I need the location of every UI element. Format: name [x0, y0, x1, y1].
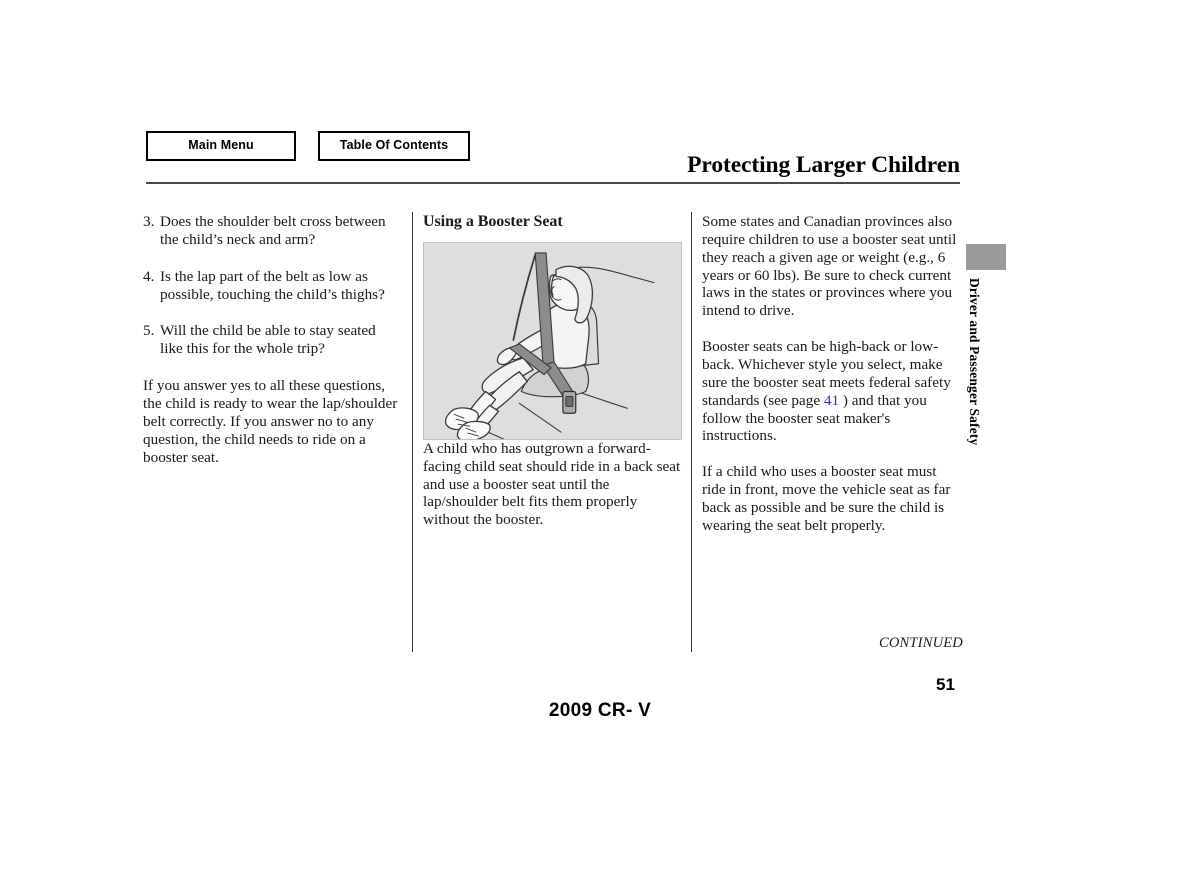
- page-title: Protecting Larger Children: [687, 152, 960, 178]
- continued-label: CONTINUED: [879, 635, 963, 651]
- left-column-paragraph: If you answer yes to all these questions…: [143, 377, 398, 466]
- column-divider-right: [691, 212, 692, 652]
- navigation-bar: Main Menu Table Of Contents: [146, 131, 470, 161]
- list-item: 5. Will the child be able to stay seated…: [143, 322, 401, 358]
- table-of-contents-button[interactable]: Table Of Contents: [318, 131, 470, 161]
- figure-caption: A child who has outgrown a forward-facin…: [423, 439, 681, 529]
- question-list: 3. Does the shoulder belt cross between …: [143, 213, 401, 358]
- list-item-number: 3.: [143, 213, 155, 230]
- right-paragraph-2: Booster seats can be high-back or low-ba…: [702, 338, 960, 445]
- right-paragraph-3: If a child who uses a booster seat must …: [702, 463, 951, 534]
- list-item: 3. Does the shoulder belt cross between …: [143, 213, 401, 249]
- list-item-number: 5.: [143, 322, 155, 340]
- middle-column: Using a Booster Seat A child who has out…: [423, 213, 685, 529]
- list-item-text: Does the shoulder belt cross between the…: [160, 213, 386, 248]
- list-item-text: Will the child be able to stay seated li…: [160, 322, 376, 358]
- column-divider-left: [412, 212, 413, 652]
- main-menu-button[interactable]: Main Menu: [146, 131, 296, 161]
- page-number: 51: [936, 675, 955, 694]
- list-item-text: Is the lap part of the belt as low as po…: [160, 267, 385, 303]
- right-paragraph-1: Some states and Canadian provinces also …: [702, 213, 957, 320]
- booster-seat-figure-svg: [424, 242, 681, 439]
- list-item: 4. Is the lap part of the belt as low as…: [143, 268, 401, 304]
- header-divider-rule: [146, 182, 960, 184]
- section-tab-label: Driver and Passenger Safety: [967, 278, 982, 446]
- page-reference-link[interactable]: 41: [824, 392, 839, 409]
- manual-page: Main Menu Table Of Contents Protecting L…: [0, 0, 1200, 892]
- model-footer: 2009 CR- V: [548, 700, 652, 721]
- booster-seat-illustration: [423, 241, 682, 440]
- left-column: 3. Does the shoulder belt cross between …: [143, 213, 401, 466]
- section-tab-marker: [966, 244, 1006, 270]
- list-item-number: 4.: [143, 267, 155, 285]
- right-column: Some states and Canadian provinces also …: [702, 213, 960, 535]
- section-heading: Using a Booster Seat: [423, 213, 563, 230]
